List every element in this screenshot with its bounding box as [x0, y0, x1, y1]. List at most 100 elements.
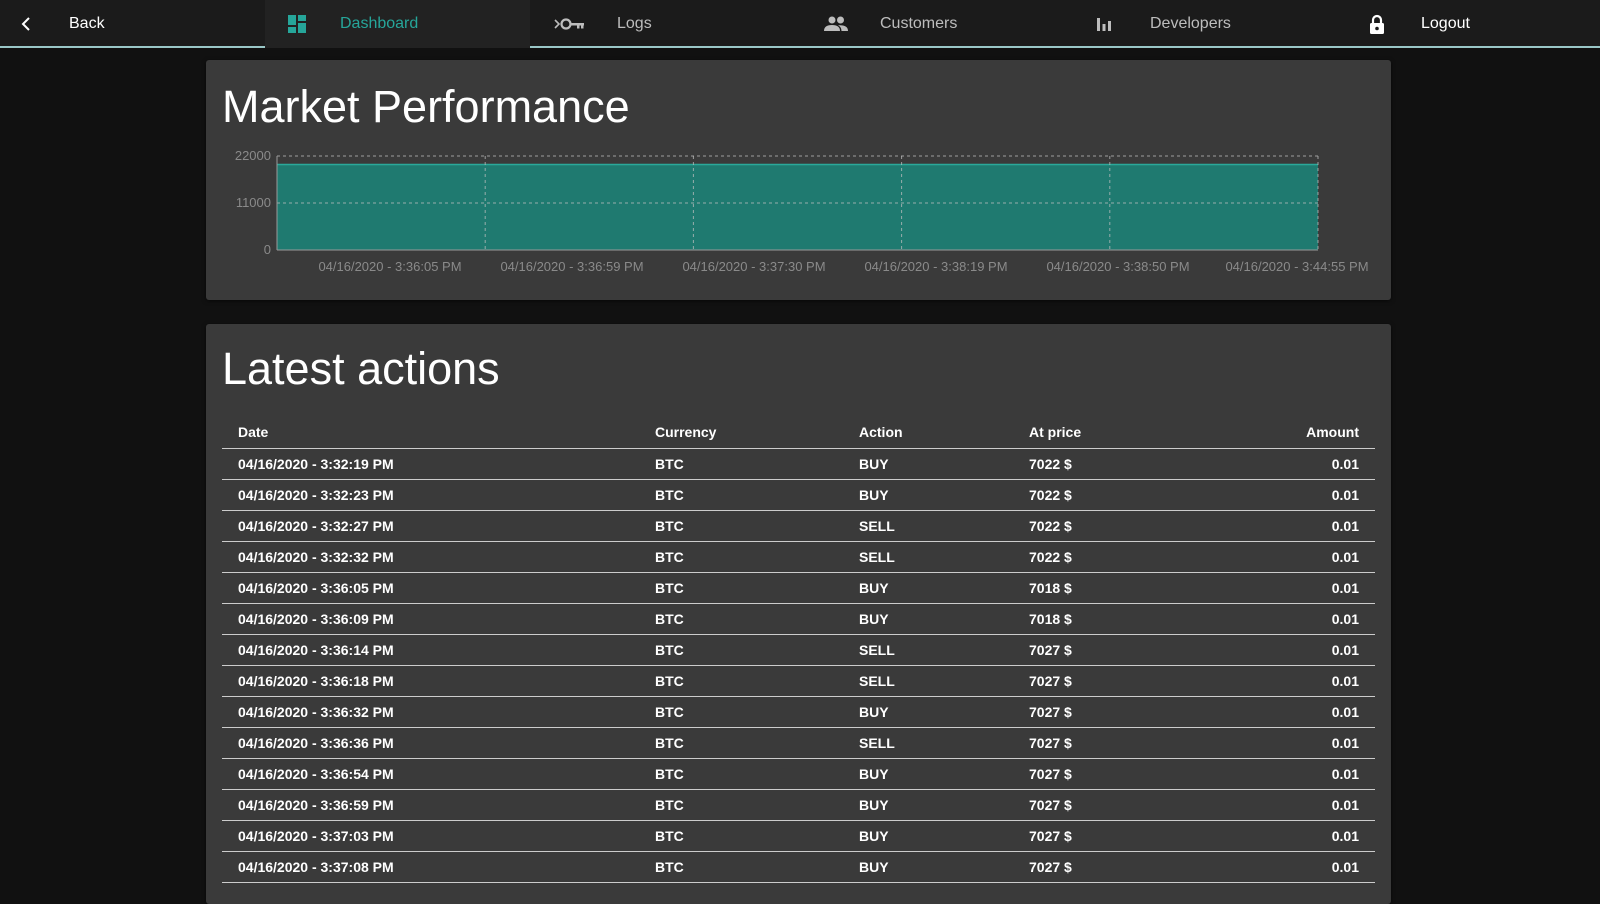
cell-action: BUY [843, 851, 1013, 883]
cell-date: 04/16/2020 - 3:32:32 PM [222, 541, 639, 573]
cell-action: SELL [843, 727, 1013, 759]
cell-action: SELL [843, 510, 1013, 542]
cell-action: BUY [843, 448, 1013, 480]
series-area [277, 164, 1318, 250]
cell-date: 04/16/2020 - 3:36:09 PM [222, 603, 639, 635]
dashboard-icon [285, 15, 309, 33]
cell-action: BUY [843, 572, 1013, 604]
table-row: 04/16/2020 - 3:36:09 PM BTC BUY 7018 $0.01 [222, 603, 1375, 635]
cell-amount: 0.01 [1215, 479, 1375, 511]
lock-icon [1367, 14, 1387, 34]
cell-date: 04/16/2020 - 3:36:59 PM [222, 789, 639, 821]
table-row: 04/16/2020 - 3:36:05 PM BTC BUY 7018 $0.01 [222, 572, 1375, 604]
cell-price: 7022 $ [1013, 541, 1215, 573]
back-label: Back [69, 15, 105, 32]
column-header-currency[interactable]: Currency [639, 416, 843, 449]
cell-action: BUY [843, 820, 1013, 852]
cell-date: 04/16/2020 - 3:36:32 PM [222, 696, 639, 728]
cell-amount: 0.01 [1215, 789, 1375, 821]
logout-button[interactable]: Logout [1325, 0, 1600, 48]
cell-price: 7022 $ [1013, 479, 1215, 511]
cell-amount: 0.01 [1215, 696, 1375, 728]
column-header-price[interactable]: At price [1013, 416, 1215, 449]
y-tick-label: 22000 [235, 148, 271, 163]
cell-date: 04/16/2020 - 3:32:23 PM [222, 479, 639, 511]
cell-amount: 0.01 [1215, 634, 1375, 666]
cell-currency: BTC [639, 603, 843, 635]
cell-date: 04/16/2020 - 3:36:54 PM [222, 758, 639, 790]
cell-date: 04/16/2020 - 3:32:19 PM [222, 448, 639, 480]
table-row: 04/16/2020 - 3:32:19 PM BTC BUY 7022 $0.01 [222, 448, 1375, 480]
table-row: 04/16/2020 - 3:36:59 PM BTC BUY 7027 $0.01 [222, 789, 1375, 821]
cell-date: 04/16/2020 - 3:36:18 PM [222, 665, 639, 697]
y-tick-label: 11000 [236, 195, 271, 210]
cell-amount: 0.01 [1215, 541, 1375, 573]
cell-price: 7018 $ [1013, 572, 1215, 604]
latest-actions-title: Latest actions [222, 343, 500, 394]
cell-date: 04/16/2020 - 3:36:05 PM [222, 572, 639, 604]
cell-price: 7027 $ [1013, 851, 1215, 883]
cell-amount: 0.01 [1215, 820, 1375, 852]
cell-price: 7022 $ [1013, 510, 1215, 542]
nav-item-developers[interactable]: Developers [1060, 0, 1325, 48]
nav-item-logs[interactable]: Logs [530, 0, 795, 48]
cell-currency: BTC [639, 665, 843, 697]
cell-price: 7027 $ [1013, 665, 1215, 697]
column-header-action[interactable]: Action [843, 416, 1013, 449]
dashboard-label: Dashboard [340, 15, 419, 32]
x-tick-label: 04/16/2020 - 3:37:30 PM [682, 259, 825, 274]
cell-currency: BTC [639, 820, 843, 852]
table-row: 04/16/2020 - 3:36:14 PM BTC SELL 7027 $0.01 [222, 634, 1375, 666]
cell-action: SELL [843, 541, 1013, 573]
x-tick-label: 04/16/2020 - 3:38:50 PM [1046, 259, 1189, 274]
cell-amount: 0.01 [1215, 448, 1375, 480]
table-row: 04/16/2020 - 3:36:54 PM BTC BUY 7027 $0.01 [222, 758, 1375, 790]
people-icon [823, 16, 849, 32]
cell-amount: 0.01 [1215, 665, 1375, 697]
developers-label: Developers [1150, 15, 1231, 32]
cell-currency: BTC [639, 479, 843, 511]
latest-actions-table-body: 04/16/2020 - 3:32:19 PM BTC BUY 7022 $0.01 0… [222, 448, 1375, 883]
cell-date: 04/16/2020 - 3:32:27 PM [222, 510, 639, 542]
cell-currency: BTC [639, 634, 843, 666]
cell-currency: BTC [639, 696, 843, 728]
nav-item-dashboard[interactable]: Dashboard [265, 0, 530, 48]
cell-currency: BTC [639, 510, 843, 542]
cell-currency: BTC [639, 541, 843, 573]
market-performance-chart: 22000 11000 0 04/16/2020 - 3:36:05 PM 04/16/… [235, 148, 1369, 274]
cell-price: 7027 $ [1013, 696, 1215, 728]
x-tick-label: 04/16/2020 - 3:36:59 PM [500, 259, 643, 274]
latest-actions-table: Date Currency Action At price Amount 04/… [222, 416, 1375, 883]
table-row: 04/16/2020 - 3:36:32 PM BTC BUY 7027 $0.01 [222, 696, 1375, 728]
bar-chart-icon [1094, 16, 1114, 32]
cell-price: 7027 $ [1013, 758, 1215, 790]
logout-label: Logout [1421, 15, 1470, 32]
cell-action: BUY [843, 789, 1013, 821]
cell-price: 7022 $ [1013, 448, 1215, 480]
cell-date: 04/16/2020 - 3:37:08 PM [222, 851, 639, 883]
top-navigation-bar: Back Dashboard Logs Customers Developers… [0, 0, 1600, 48]
logs-label: Logs [617, 15, 652, 32]
table-header-row: Date Currency Action At price Amount [222, 416, 1375, 449]
column-header-date[interactable]: Date [222, 416, 639, 449]
table-row: 04/16/2020 - 3:32:32 PM BTC SELL 7022 $0.01 [222, 541, 1375, 573]
cell-action: SELL [843, 634, 1013, 666]
nav-item-customers[interactable]: Customers [795, 0, 1060, 48]
cell-currency: BTC [639, 758, 843, 790]
x-tick-label: 04/16/2020 - 3:44:55 PM [1225, 259, 1368, 274]
y-tick-label: 0 [264, 242, 271, 257]
cell-amount: 0.01 [1215, 510, 1375, 542]
cell-amount: 0.01 [1215, 603, 1375, 635]
cell-currency: BTC [639, 448, 843, 480]
cell-amount: 0.01 [1215, 851, 1375, 883]
cell-amount: 0.01 [1215, 758, 1375, 790]
back-button[interactable]: Back [0, 0, 265, 48]
table-row: 04/16/2020 - 3:36:36 PM BTC SELL 7027 $0.01 [222, 727, 1375, 759]
market-performance-card: Market Performance 22000 11000 0 04/16/2020… [206, 60, 1391, 300]
x-tick-label: 04/16/2020 - 3:38:19 PM [864, 259, 1007, 274]
cell-price: 7027 $ [1013, 820, 1215, 852]
cell-price: 7027 $ [1013, 634, 1215, 666]
table-row: 04/16/2020 - 3:32:23 PM BTC BUY 7022 $0.01 [222, 479, 1375, 511]
column-header-amount[interactable]: Amount [1215, 416, 1375, 449]
cell-action: SELL [843, 665, 1013, 697]
